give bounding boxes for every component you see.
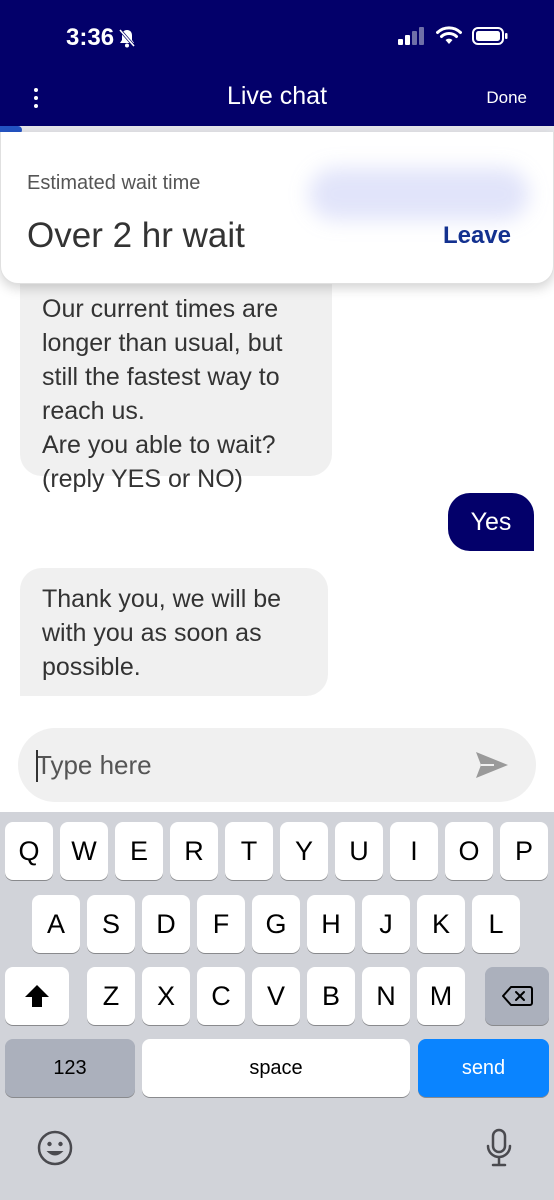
user-message: Yes: [448, 493, 534, 551]
key-b[interactable]: B: [307, 967, 355, 1025]
status-bar-time: 3:36: [66, 24, 136, 52]
key-q[interactable]: Q: [5, 822, 53, 880]
key-x[interactable]: X: [142, 967, 190, 1025]
message-line: Are you able to wait?: [42, 431, 276, 459]
text-caret: [36, 750, 38, 782]
microphone-icon[interactable]: [484, 1128, 514, 1168]
key-c[interactable]: C: [197, 967, 245, 1025]
key-p[interactable]: P: [500, 822, 548, 880]
message-line: with you as soon as: [42, 619, 262, 647]
emoji-icon[interactable]: [36, 1129, 74, 1167]
message-line: still the fastest way to: [42, 363, 280, 391]
wait-time-label: Estimated wait time: [27, 172, 201, 194]
key-f[interactable]: F: [197, 895, 245, 953]
key-r[interactable]: R: [170, 822, 218, 880]
status-icons: [398, 26, 508, 46]
numbers-key[interactable]: 123: [5, 1039, 135, 1097]
wifi-icon: [436, 26, 462, 44]
on-screen-keyboard: Q W E R T Y U I O P A S D F G H J K L Z …: [0, 812, 554, 1200]
key-y[interactable]: Y: [280, 822, 328, 880]
clock-text: 3:36: [66, 24, 115, 51]
key-v[interactable]: V: [252, 967, 300, 1025]
message-input[interactable]: [36, 728, 456, 802]
key-o[interactable]: O: [445, 822, 493, 880]
message-line: Thank you, we will be: [42, 585, 282, 613]
key-h[interactable]: H: [307, 895, 355, 953]
message-line: (reply YES or NO): [42, 465, 243, 493]
send-icon[interactable]: [474, 750, 510, 780]
cellular-signal-icon: [398, 27, 424, 45]
key-s[interactable]: S: [87, 895, 135, 953]
key-e[interactable]: E: [115, 822, 163, 880]
key-t[interactable]: T: [225, 822, 273, 880]
key-k[interactable]: K: [417, 895, 465, 953]
key-n[interactable]: N: [362, 967, 410, 1025]
key-i[interactable]: I: [390, 822, 438, 880]
key-u[interactable]: U: [335, 822, 383, 880]
key-d[interactable]: D: [142, 895, 190, 953]
shift-key[interactable]: [5, 967, 69, 1025]
battery-icon: [472, 27, 508, 45]
message-line: reach us.: [42, 397, 145, 425]
key-m[interactable]: M: [417, 967, 465, 1025]
send-key[interactable]: send: [418, 1039, 549, 1097]
key-l[interactable]: L: [472, 895, 520, 953]
key-g[interactable]: G: [252, 895, 300, 953]
key-j[interactable]: J: [362, 895, 410, 953]
message-composer: [18, 728, 536, 802]
message-line: Our current times are: [42, 295, 279, 323]
key-a[interactable]: A: [32, 895, 80, 953]
wait-time-value: Over 2 hr wait: [27, 216, 245, 255]
backspace-key[interactable]: [485, 967, 549, 1025]
key-w[interactable]: W: [60, 822, 108, 880]
agent-message: Thank you, we will be with you as soon a…: [20, 568, 328, 696]
message-line: possible.: [42, 653, 141, 681]
key-z[interactable]: Z: [87, 967, 135, 1025]
leave-button[interactable]: Leave: [443, 222, 511, 250]
shift-arrow-icon: [25, 985, 49, 1007]
app-header: 3:36 Live chat Done: [0, 0, 554, 126]
message-line: longer than usual, but: [42, 329, 283, 357]
backspace-icon: [502, 986, 533, 1006]
space-key[interactable]: space: [142, 1039, 410, 1097]
blurred-decoration: [309, 168, 529, 220]
bell-slash-icon: [118, 29, 136, 48]
done-button[interactable]: Done: [486, 88, 527, 108]
wait-time-card: Estimated wait time Over 2 hr wait Leave: [0, 132, 554, 284]
page-title: Live chat: [226, 82, 328, 110]
